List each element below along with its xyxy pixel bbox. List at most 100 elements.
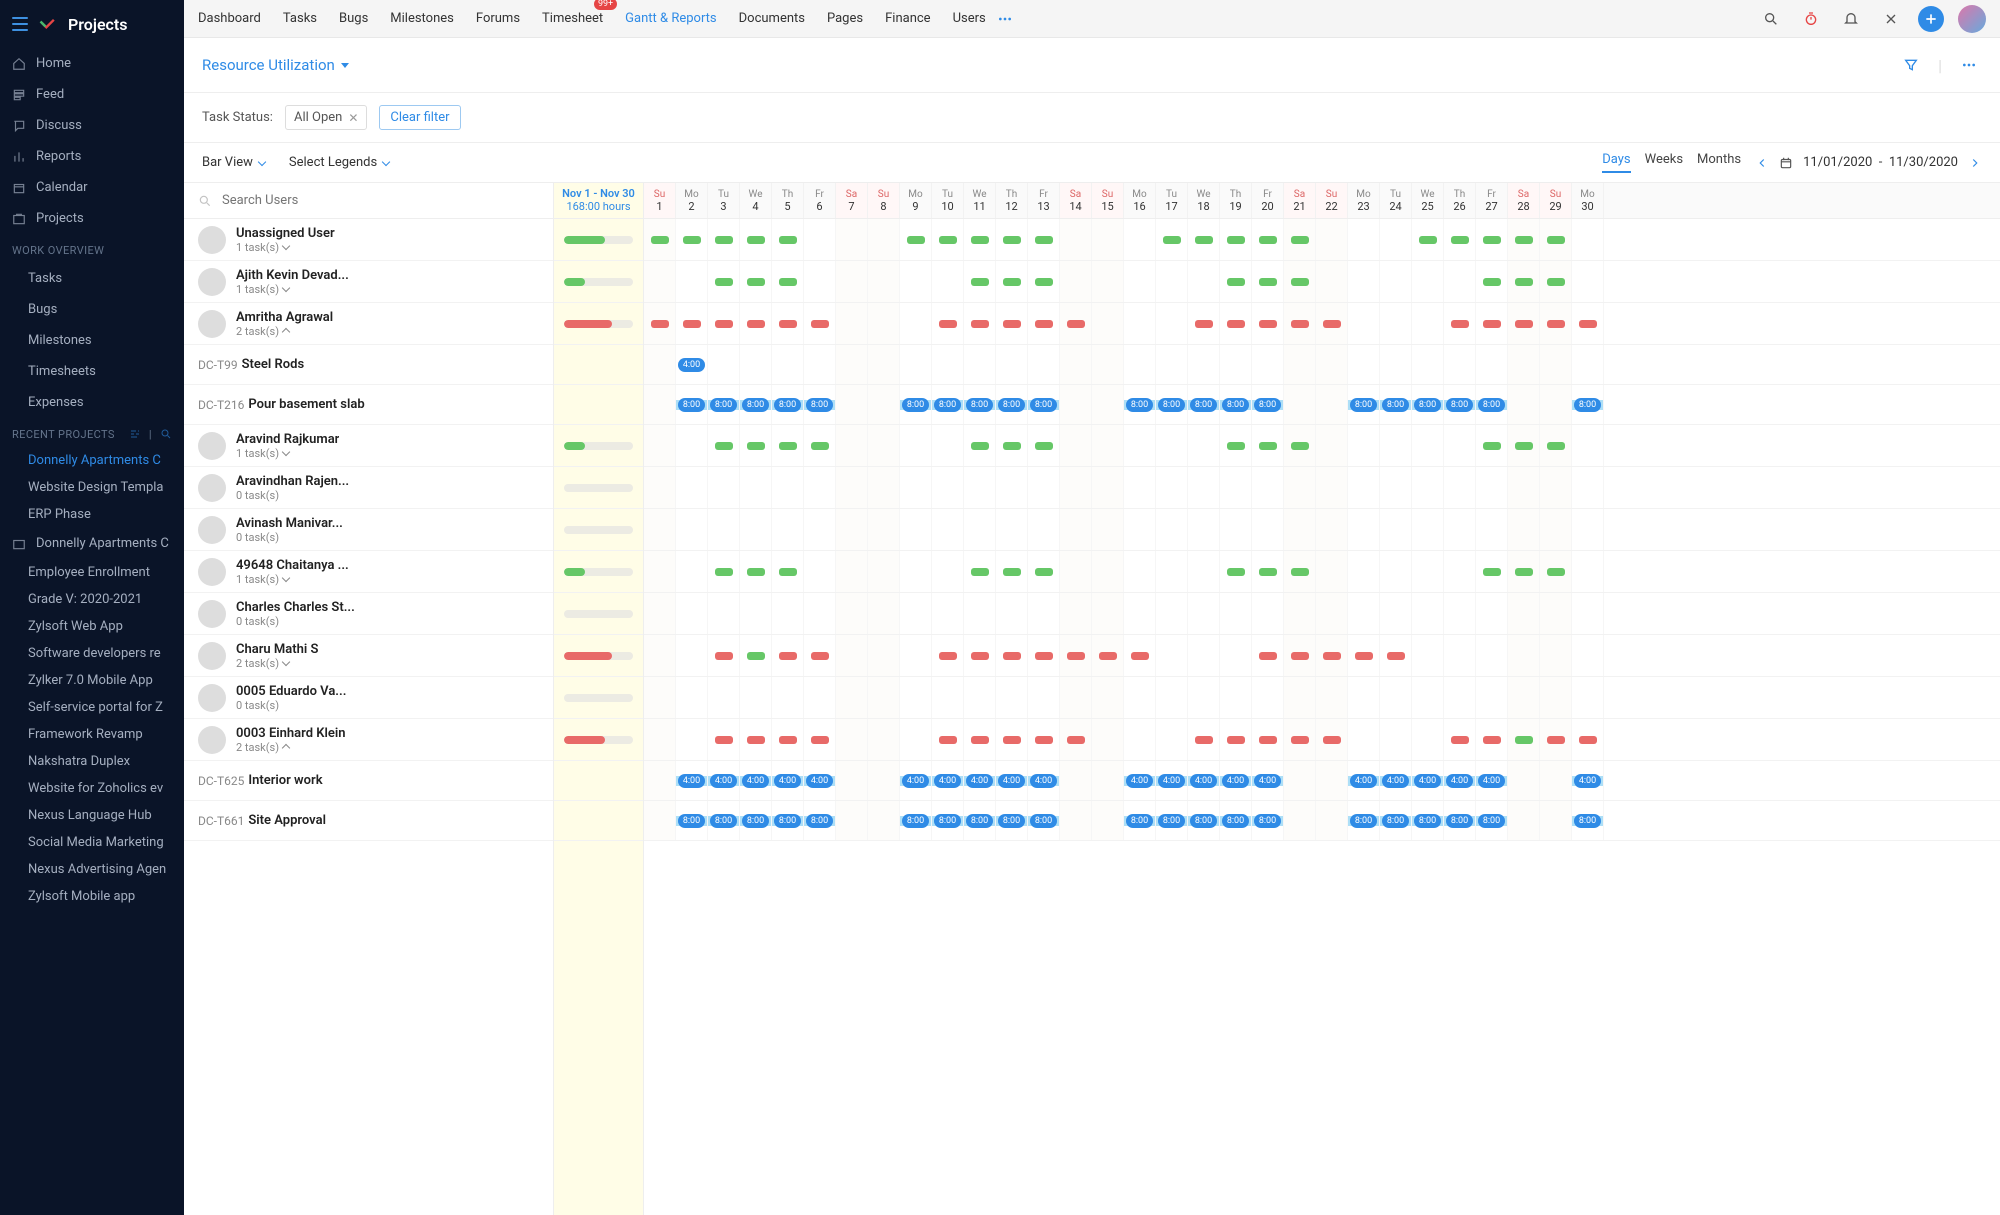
next-range-icon[interactable] [1968,156,1982,170]
user-avatar[interactable] [1958,5,1986,33]
recent-project-item[interactable]: Donnelly Apartments C [0,447,184,474]
nav-item-timesheets[interactable]: Timesheets [0,356,184,387]
nav-item-expenses[interactable]: Expenses [0,387,184,418]
tools-icon[interactable] [1878,6,1904,32]
timer-icon[interactable] [1798,6,1824,32]
top-tab-tasks[interactable]: Tasks [283,2,317,35]
recent-project-item[interactable]: Website for Zoholics ev [0,775,184,802]
recent-project-item[interactable]: Nakshatra Duplex [0,748,184,775]
chevron-down-icon[interactable] [282,574,290,582]
scale-tab-days[interactable]: Days [1602,152,1630,173]
recent-project-item[interactable]: Employee Enrollment [0,559,184,586]
top-tab-documents[interactable]: Documents [739,2,805,35]
chevron-down-icon[interactable] [282,284,290,292]
allocation-bar [1259,568,1277,576]
timeline-cell [1380,635,1412,676]
bar-view-dropdown[interactable]: Bar View [196,151,271,174]
recent-project-item[interactable]: ERP Phase [0,501,184,528]
task-row[interactable]: DC-T99 Steel Rods [184,345,553,385]
task-row[interactable]: DC-T216 Pour basement slab [184,385,553,425]
hours-pill: 8:00 [1222,814,1249,828]
resource-row[interactable]: Ajith Kevin Devad... 1 task(s) [184,261,553,303]
resource-row[interactable]: Unassigned User 1 task(s) [184,219,553,261]
top-tab-forums[interactable]: Forums [476,2,520,35]
prev-range-icon[interactable] [1755,156,1769,170]
nav-item-tasks[interactable]: Tasks [0,263,184,294]
timeline-row [644,551,2000,593]
recent-project-item[interactable]: Framework Revamp [0,721,184,748]
resource-row[interactable]: 0005 Eduardo Va... 0 task(s) [184,677,553,719]
nav-item-milestones[interactable]: Milestones [0,325,184,356]
timeline-cell [644,261,676,302]
bell-icon[interactable] [1838,6,1864,32]
timeline-cell [1156,593,1188,634]
nav-item-feed[interactable]: Feed [0,79,184,110]
timeline-cell [1444,635,1476,676]
search-icon[interactable] [160,428,172,440]
timeline-cell [1572,345,1604,384]
nav-item-bugs[interactable]: Bugs [0,294,184,325]
resource-row[interactable]: Charu Mathi S 2 task(s) [184,635,553,677]
add-button[interactable] [1918,6,1944,32]
timeline-cell [1060,801,1092,840]
scale-tab-months[interactable]: Months [1697,152,1741,173]
top-tab-finance[interactable]: Finance [885,2,930,35]
resource-row[interactable]: Aravind Rajkumar 1 task(s) [184,425,553,467]
top-tab-dashboard[interactable]: Dashboard [198,2,261,35]
clear-filter-button[interactable]: Clear filter [379,105,460,130]
allocation-bar [1035,278,1053,286]
recent-project-item[interactable]: Software developers re [0,640,184,667]
nav-item-home[interactable]: Home [0,48,184,79]
allocation-bar [811,442,829,450]
recent-project-item[interactable]: Zylsoft Web App [0,613,184,640]
resource-row[interactable]: Amritha Agrawal 2 task(s) [184,303,553,345]
top-tab-users[interactable]: Users [953,2,986,35]
resource-row[interactable]: Aravindhan Rajen... 0 task(s) [184,467,553,509]
top-tab-pages[interactable]: Pages [827,2,863,35]
chevron-down-icon[interactable] [282,242,290,250]
chevron-down-icon[interactable] [282,448,290,456]
recent-project-item[interactable]: Zylsoft Mobile app [0,883,184,910]
recent-project-item[interactable]: Nexus Language Hub [0,802,184,829]
date-range[interactable]: 11/01/2020 - 11/30/2020 [1803,155,1958,170]
search-icon[interactable] [1758,6,1784,32]
calendar-icon[interactable] [1779,156,1793,170]
scale-tab-weeks[interactable]: Weeks [1645,152,1683,173]
nav-item-discuss[interactable]: Discuss [0,110,184,141]
timeline-cell [964,509,996,550]
chevron-up-icon[interactable] [282,744,290,752]
legends-dropdown[interactable]: Select Legends [283,151,395,174]
search-users-input[interactable] [222,193,539,208]
filter-chip[interactable]: All Open ✕ [285,105,367,130]
recent-project-item[interactable]: Website Design Templa [0,474,184,501]
filter-icon[interactable] [1898,52,1924,78]
top-tab-gantt-reports[interactable]: Gantt & Reports [625,2,716,35]
page-title-dropdown[interactable]: Resource Utilization [202,56,349,74]
task-row[interactable]: DC-T661 Site Approval [184,801,553,841]
timeline-cell: 8:00 [1220,385,1252,424]
hamburger-icon[interactable] [12,17,28,31]
settings-sliders-icon[interactable] [129,428,141,440]
nav-item-calendar[interactable]: Calendar [0,172,184,203]
resource-row[interactable]: 0003 Einhard Klein 2 task(s) [184,719,553,761]
top-tab-timesheet[interactable]: Timesheet99+ [542,2,603,35]
resource-row[interactable]: Avinash Manivar... 0 task(s) [184,509,553,551]
resource-row[interactable]: Charles Charles St... 0 task(s) [184,593,553,635]
nav-item-projects[interactable]: Projects [0,203,184,234]
more-tabs-icon[interactable] [992,6,1018,32]
top-tab-milestones[interactable]: Milestones [390,2,454,35]
recent-project-item[interactable]: Nexus Advertising Agen [0,856,184,883]
chevron-down-icon[interactable] [282,658,290,666]
top-tab-bugs[interactable]: Bugs [339,2,368,35]
nav-item-reports[interactable]: Reports [0,141,184,172]
recent-project-item[interactable]: Grade V: 2020-2021 [0,586,184,613]
recent-project-item[interactable]: Donnelly Apartments C [0,528,184,559]
more-icon[interactable] [1956,52,1982,78]
resource-row[interactable]: 49648 Chaitanya ... 1 task(s) [184,551,553,593]
recent-project-item[interactable]: Self-service portal for Z [0,694,184,721]
chevron-up-icon[interactable] [282,328,290,336]
task-row[interactable]: DC-T625 Interior work [184,761,553,801]
recent-project-item[interactable]: Zylker 7.0 Mobile App [0,667,184,694]
recent-project-item[interactable]: Social Media Marketing [0,829,184,856]
close-icon[interactable]: ✕ [348,111,358,125]
